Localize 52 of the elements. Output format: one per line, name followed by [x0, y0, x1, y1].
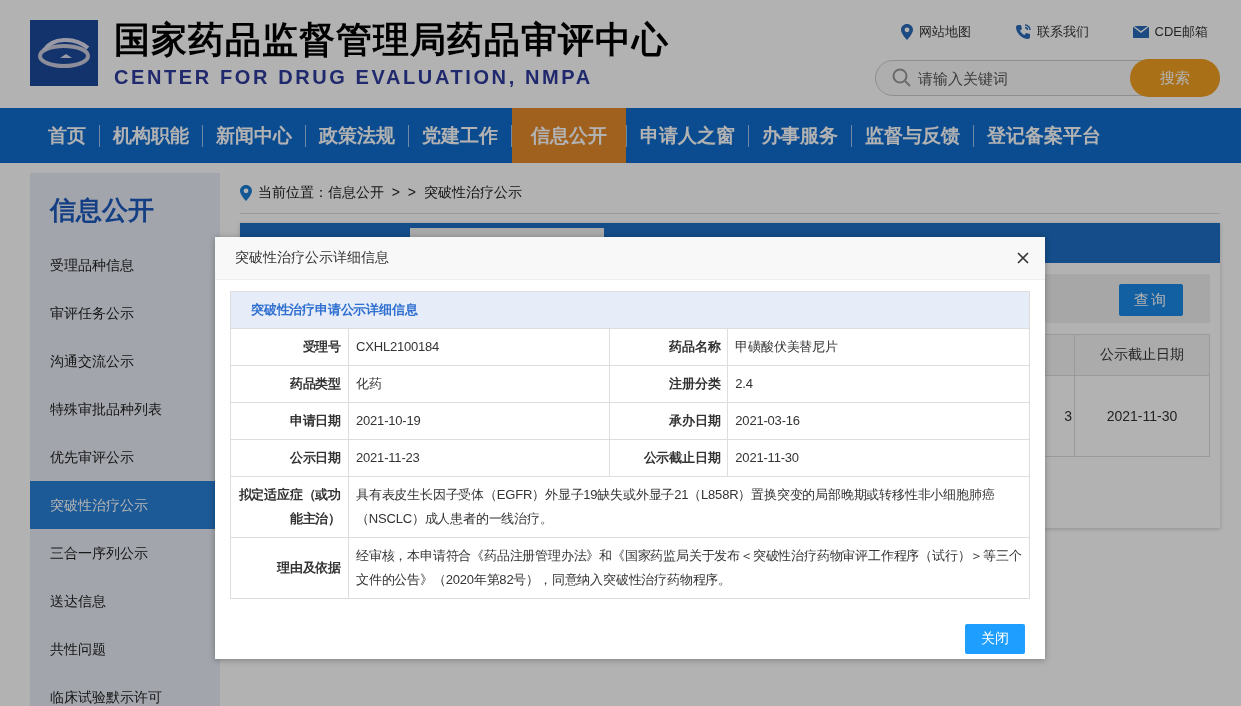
- search-icon: [892, 68, 912, 88]
- nav-tab[interactable]: 办事服务: [749, 108, 851, 163]
- nav-tab[interactable]: 首页: [35, 108, 99, 163]
- field-value: CXHL2100184: [348, 328, 610, 366]
- nav-tab[interactable]: 政策法规: [306, 108, 408, 163]
- logo-icon: [30, 20, 98, 86]
- sidebar-title: 信息公开: [48, 194, 155, 227]
- nav-tab[interactable]: 登记备案平台: [974, 108, 1114, 163]
- nav-tab[interactable]: 新闻中心: [203, 108, 305, 163]
- close-dialog-button[interactable]: 关闭: [965, 624, 1025, 654]
- dialog-title: 突破性治疗公示详细信息: [235, 249, 389, 267]
- field-value: 具有表皮生长因子受体（EGFR）外显子19缺失或外显子21（L858R）置换突变的局部晚期或转移性非小细胞肺癌（NSCLC）成人患者的一线治疗。: [348, 476, 1030, 538]
- phone-icon: [1014, 24, 1031, 40]
- sidebar-item[interactable]: 临床试验默示许可: [30, 673, 220, 706]
- field-label: 承办日期: [609, 402, 728, 440]
- field-label: 拟定适应症（或功能主治）: [230, 476, 349, 538]
- field-label: 公示日期: [230, 439, 349, 477]
- field-value: 2021-03-16: [727, 402, 1030, 440]
- breadcrumb: 当前位置：信息公开 > > 突破性治疗公示: [258, 184, 522, 202]
- nav-tab[interactable]: 监督与反馈: [852, 108, 973, 163]
- location-pin-icon: [240, 185, 252, 201]
- field-label: 药品名称: [609, 328, 728, 366]
- close-button[interactable]: [1017, 252, 1029, 264]
- field-value: 2021-10-19: [348, 402, 610, 440]
- site-title: 国家药品监督管理局药品审评中心: [114, 20, 669, 60]
- field-label: 理由及依据: [230, 537, 349, 599]
- field-value: 经审核，本申请符合《药品注册管理办法》和《国家药监局关于发布＜突破性治疗药物审评工作程序（试行）＞等三个文件的公告》（2020年第82号），同意纳入突破性治疗药物程序。: [348, 537, 1030, 599]
- nav-tab[interactable]: 信息公开: [512, 108, 626, 163]
- query-button[interactable]: 查询: [1119, 284, 1183, 316]
- field-value: 2021-11-30: [727, 439, 1030, 477]
- field-value: 甲磺酸伏美替尼片: [727, 328, 1030, 366]
- table-cell: 2021-11-30: [1074, 375, 1210, 457]
- field-label: 申请日期: [230, 402, 349, 440]
- field-label: 药品类型: [230, 365, 349, 403]
- nav-tab[interactable]: 机构职能: [100, 108, 202, 163]
- column-header: 公示截止日期: [1074, 334, 1210, 376]
- top-link[interactable]: 网站地图: [900, 23, 971, 41]
- close-icon: [1017, 252, 1029, 264]
- field-label: 注册分类: [609, 365, 728, 403]
- field-label: 受理号: [230, 328, 349, 366]
- section-title: 突破性治疗申请公示详细信息: [230, 291, 1030, 329]
- field-value: 2021-11-23: [348, 439, 610, 477]
- top-link[interactable]: 联系我们: [1014, 23, 1089, 41]
- nav-tab[interactable]: 党建工作: [409, 108, 511, 163]
- site-subtitle: CENTER FOR DRUG EVALUATION, NMPA: [114, 66, 594, 89]
- top-link[interactable]: CDE邮箱: [1132, 23, 1208, 41]
- nav-tab[interactable]: 申请人之窗: [627, 108, 748, 163]
- mail-icon: [1132, 26, 1149, 38]
- field-value: 化药: [348, 365, 610, 403]
- field-label: 公示截止日期: [609, 439, 728, 477]
- field-value: 2.4: [727, 365, 1030, 403]
- location-pin-icon: [900, 24, 913, 40]
